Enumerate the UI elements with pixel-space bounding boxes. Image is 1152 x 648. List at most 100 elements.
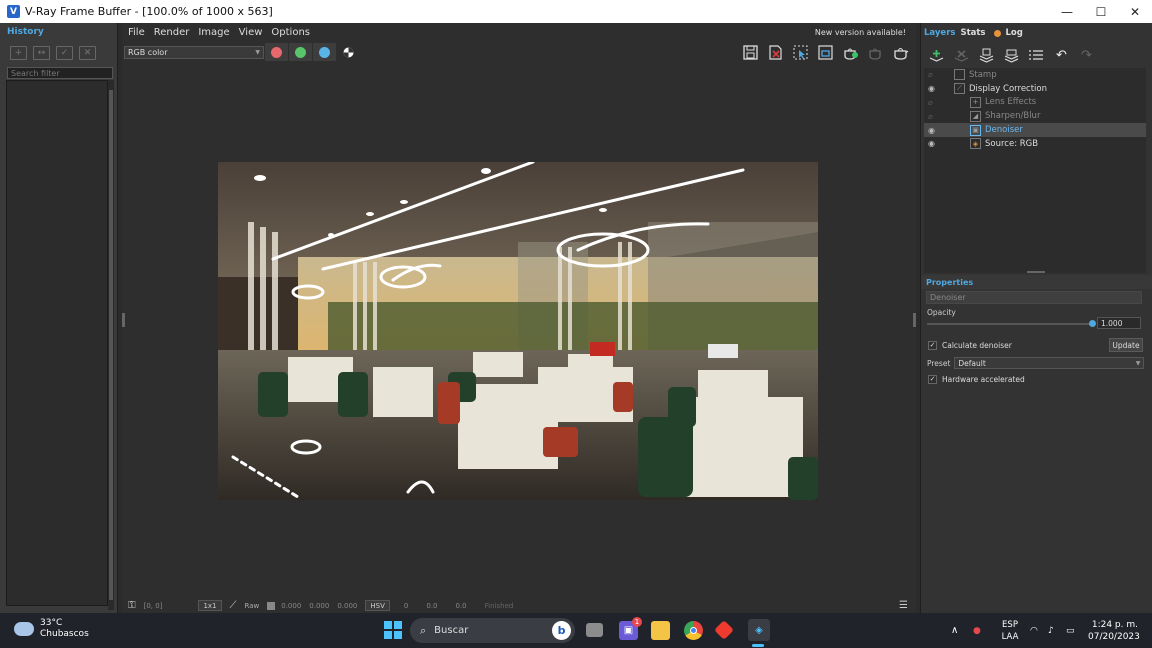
- render-teapot-icon[interactable]: [840, 43, 860, 61]
- log-toggle-icon[interactable]: ☰: [899, 600, 908, 611]
- layer-display-correction[interactable]: ◉ ⟋ Display Correction: [924, 82, 1146, 96]
- tab-layers[interactable]: Layers: [924, 28, 955, 38]
- close-button[interactable]: ✕: [1118, 0, 1152, 23]
- hardware-accelerated-checkbox[interactable]: ✓: [928, 374, 937, 384]
- tab-stats[interactable]: Stats: [960, 28, 985, 38]
- minimize-button[interactable]: —: [1050, 0, 1084, 23]
- visible-eye-icon[interactable]: ◉: [928, 139, 940, 148]
- layer-denoiser[interactable]: ◉ ▣ Denoiser: [924, 123, 1146, 137]
- green-channel-button[interactable]: [289, 43, 312, 61]
- anydesk-icon[interactable]: [714, 620, 734, 640]
- load-layers-icon[interactable]: [1002, 46, 1021, 64]
- input-language[interactable]: ESP LAA: [1000, 619, 1020, 643]
- hidden-eye-icon[interactable]: ⌀: [928, 98, 940, 107]
- preset-select[interactable]: Default ▼: [954, 357, 1145, 369]
- rendered-image[interactable]: [218, 162, 818, 500]
- panel-tabs: Layers Stats Log: [921, 23, 1152, 43]
- windows-start-icon[interactable]: [384, 621, 402, 639]
- preset-row: Preset Default ▼: [921, 355, 1152, 371]
- stop-render-teapot-icon[interactable]: [890, 43, 910, 61]
- history-scrollbar[interactable]: [108, 80, 114, 610]
- taskbar-search[interactable]: ⌕ Buscar b: [410, 618, 575, 643]
- maximize-button[interactable]: ☐: [1084, 0, 1118, 23]
- track-mouse-icon[interactable]: [790, 43, 810, 61]
- chrome-icon[interactable]: [684, 621, 703, 640]
- zoom-select[interactable]: 1x1: [198, 600, 222, 611]
- hardware-accelerated-label: Hardware accelerated: [942, 374, 1025, 384]
- raw-r-value: 0.000: [281, 601, 302, 610]
- layer-source-rgb[interactable]: ◉ ◈ Source: RGB: [924, 137, 1146, 151]
- menu-view[interactable]: View: [239, 27, 263, 38]
- redo-icon[interactable]: ↷: [1077, 46, 1096, 64]
- red-channel-button[interactable]: [265, 43, 288, 61]
- teams-icon[interactable]: ▣ 1: [619, 617, 642, 640]
- save-layers-icon[interactable]: [977, 46, 996, 64]
- history-search-input[interactable]: Search filter: [7, 67, 113, 79]
- visible-eye-icon[interactable]: ◉: [928, 84, 940, 93]
- color-picker-icon[interactable]: ⟋: [230, 600, 237, 611]
- volume-icon[interactable]: ♪: [1048, 613, 1054, 648]
- layer-stamp[interactable]: ⌀ Stamp: [924, 68, 1146, 82]
- opacity-slider-knob[interactable]: [1089, 320, 1096, 327]
- menu-options[interactable]: Options: [271, 27, 310, 38]
- history-save-icon[interactable]: +: [10, 46, 27, 60]
- visible-eye-icon[interactable]: ◉: [928, 126, 940, 135]
- bing-icon[interactable]: b: [552, 621, 571, 640]
- battery-icon[interactable]: ▭: [1066, 613, 1075, 648]
- file-explorer-icon[interactable]: [651, 621, 670, 640]
- chevron-down-icon: ▼: [1135, 359, 1141, 367]
- show-hidden-icons[interactable]: ∧: [951, 613, 958, 648]
- history-toolbar: + ↔ ✓ ✕: [0, 41, 117, 65]
- network-alert-icon[interactable]: ●: [973, 613, 981, 648]
- save-image-icon[interactable]: [740, 43, 760, 61]
- region-render-icon[interactable]: [815, 43, 835, 61]
- interactive-render-icon[interactable]: [865, 43, 885, 61]
- history-remove-icon[interactable]: ✕: [79, 46, 96, 60]
- panel-splitter[interactable]: [1027, 271, 1045, 273]
- vray-app-icon: V: [7, 5, 20, 18]
- mono-channel-button[interactable]: [337, 43, 360, 61]
- new-version-notice[interactable]: New version available!: [815, 28, 906, 37]
- temperature: 33°C: [40, 618, 63, 628]
- update-button[interactable]: Update: [1109, 338, 1143, 352]
- history-scroll-thumb[interactable]: [109, 90, 113, 600]
- right-panel-grip[interactable]: [913, 313, 916, 327]
- opacity-label: Opacity: [927, 308, 956, 317]
- hsv-s-value: 0.0: [426, 601, 438, 610]
- clear-image-icon[interactable]: [765, 43, 785, 61]
- add-layer-icon[interactable]: [927, 46, 946, 64]
- channel-select[interactable]: RGB color ▼: [124, 45, 264, 59]
- layer-lens-effects[interactable]: ⌀ + Lens Effects: [924, 96, 1146, 110]
- menu-file[interactable]: File: [128, 27, 145, 38]
- preset-label: Preset: [927, 358, 951, 368]
- tab-log[interactable]: Log: [1006, 28, 1023, 38]
- opacity-slider[interactable]: [927, 323, 1092, 325]
- wifi-icon[interactable]: ◠: [1030, 613, 1038, 648]
- raw-swatch: [267, 601, 276, 610]
- history-load-icon[interactable]: ✓: [56, 46, 73, 60]
- delete-layer-icon[interactable]: [952, 46, 971, 64]
- history-compare-icon[interactable]: ↔: [33, 46, 50, 60]
- calculate-denoiser-label: Calculate denoiser: [942, 340, 1012, 350]
- calculate-denoiser-checkbox[interactable]: ✓: [928, 340, 937, 350]
- layer-sharpen-blur[interactable]: ⌀ ◢ Sharpen/Blur: [924, 109, 1146, 123]
- layer-presets-icon[interactable]: [1027, 46, 1046, 64]
- undo-icon[interactable]: ↶: [1052, 46, 1071, 64]
- lock-icon[interactable]: ⚿: [128, 600, 136, 611]
- hidden-eye-icon[interactable]: ⌀: [928, 112, 940, 121]
- opacity-value[interactable]: 1.000: [1097, 317, 1141, 329]
- left-panel-grip[interactable]: [122, 313, 125, 327]
- system-clock[interactable]: 1:24 p. m. 07/20/2023: [1088, 619, 1140, 643]
- layer-label: Display Correction: [969, 83, 1048, 94]
- vray-taskbar-icon[interactable]: ◈: [748, 619, 770, 641]
- task-view-icon[interactable]: [586, 623, 603, 637]
- menu-image[interactable]: Image: [198, 27, 229, 38]
- layer-label: Source: RGB: [985, 138, 1039, 149]
- menu-render[interactable]: Render: [154, 27, 190, 38]
- weather-widget[interactable]: 33°C Chubascos: [14, 618, 89, 640]
- blue-channel-button[interactable]: [313, 43, 336, 61]
- hidden-eye-icon[interactable]: ⌀: [928, 70, 940, 79]
- denoiser-icon: ▣: [970, 124, 981, 136]
- color-mode-select[interactable]: HSV: [365, 600, 390, 611]
- raw-g-value: 0.000: [309, 601, 330, 610]
